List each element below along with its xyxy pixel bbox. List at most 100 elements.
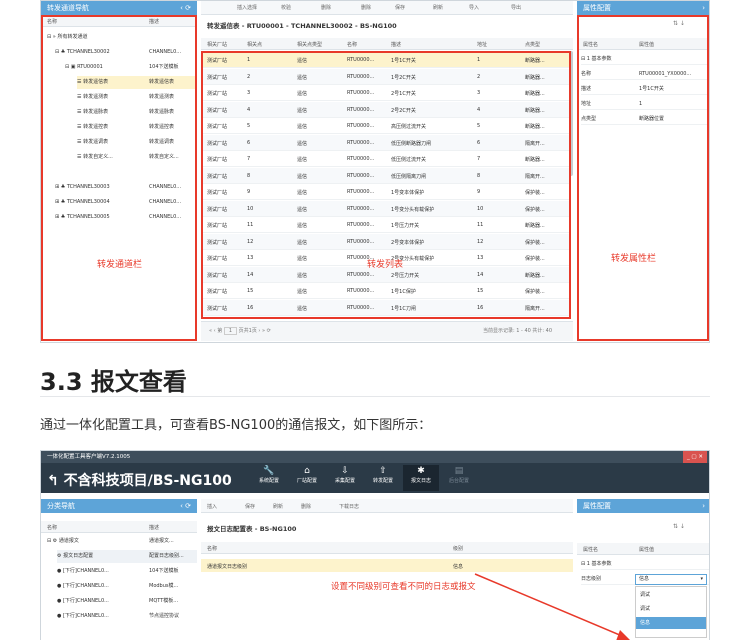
nav-tab-5[interactable]: ✱ 报文日志 — [403, 465, 439, 491]
bottom-toolbar-bg — [201, 499, 573, 513]
tree-item[interactable]: ● [下行]CHANNEL0... MQTT模板... — [57, 595, 197, 608]
nav-tab-label: 报文日志 — [410, 478, 431, 484]
table-col-header: 相关点 — [247, 42, 263, 48]
tree-item-desc: 104下送模板 — [149, 568, 179, 574]
tree-item-desc: 配置日志级别... — [149, 553, 184, 559]
tree-item-desc: MQTT模板... — [149, 598, 179, 604]
middle-panel-caption: 转发列表 — [367, 260, 404, 270]
arrow-right-icon[interactable]: › — [702, 1, 705, 15]
pager-nav[interactable]: « ‹ 第 1 页共1页 › » ⟳ — [209, 327, 271, 335]
toolbar-button[interactable]: 保存 — [245, 503, 255, 510]
nav-tab-label: 后台配置 — [448, 478, 469, 484]
tree-item[interactable]: ● [下行]CHANNEL0... 节点遥控协议 — [57, 610, 197, 623]
table-col-header: 相关厂站 — [207, 42, 228, 48]
tree-item[interactable]: ● [下行]CHANNEL0... Modbus模... — [57, 580, 197, 593]
left-panel-title: 转发通道导航 — [47, 4, 89, 12]
window-titlebar: 一体化配置工具客户端V7.2.1005 _ ▢ ✕ — [41, 451, 709, 463]
bug-icon: ✱ — [417, 466, 425, 476]
category-nav-title: 分类导航 — [47, 502, 75, 510]
toolbar-button[interactable]: 校验 — [281, 4, 291, 11]
tree-item-name: [下行]CHANNEL0... — [62, 613, 109, 619]
back-arrow-icon[interactable]: ↰ — [47, 473, 59, 489]
nav-tab-3[interactable]: ⇩ 采集配置 — [327, 465, 363, 491]
section-paragraph: 通过一体化配置工具，可查看BS-NG100的通信报文，如下图所示： — [40, 418, 432, 433]
nav-tab-2[interactable]: ⌂ 厂站配置 — [289, 465, 325, 491]
log-table-title: 报文日志配置表 - BS-NG100 — [207, 525, 297, 533]
col-level: 级别 — [453, 546, 464, 552]
row-level: 信息 — [453, 564, 464, 570]
toolbar-button[interactable]: 插入选择 — [237, 4, 257, 11]
section-heading: 3.3 报文查看 — [40, 368, 187, 396]
toolbar-button[interactable]: 插入 — [207, 503, 217, 510]
nav-tab-1[interactable]: 🔧 系统配置 — [251, 465, 287, 491]
right-panel-highlight — [577, 15, 709, 341]
toolbar-button[interactable]: 删除 — [301, 503, 311, 510]
col-name: 名称 — [207, 546, 218, 552]
tree-item-name: 报文日志配置 — [63, 553, 94, 559]
bottom-prop-group[interactable]: ⊟ 1 基本参数 — [581, 558, 709, 570]
window-controls[interactable]: _ ▢ ✕ — [682, 451, 707, 463]
table-header: 相关厂站 相关点 相关点类型 名称 描述 地址 点类型 — [201, 38, 573, 50]
toolbar-button[interactable]: 导入 — [469, 4, 479, 11]
pager-info: 当前显示记录: 1 - 40 共计: 40 — [483, 328, 553, 334]
prop-panel-header: 属性配置 › — [577, 1, 709, 15]
tree-col-desc: 描述 — [149, 525, 160, 531]
nav-tab-label: 采集配置 — [334, 478, 355, 484]
dropdown-option[interactable]: 调试 — [636, 589, 706, 601]
prop-group-label: 1 基本参数 — [586, 561, 612, 567]
prop-panel-title: 属性配置 — [583, 502, 611, 510]
prop-key: 日志级别 — [581, 576, 602, 582]
toolbar-button[interactable]: 刷新 — [433, 4, 443, 11]
chevron-down-icon: ▾ — [700, 576, 703, 582]
home-icon: ⌂ — [304, 466, 310, 476]
tree-root-desc: 通道报文... — [149, 538, 174, 544]
toolbar-button[interactable]: 删除 — [321, 4, 331, 11]
prop-col-key: 属性名 — [583, 547, 599, 553]
refresh-icon[interactable]: ‹ ⟳ — [180, 1, 191, 15]
bottom-prop-col-header: 属性名 属性值 — [577, 543, 709, 555]
dropdown-option[interactable]: 信息 — [636, 617, 706, 629]
toolbar-button[interactable]: 下载日志 — [339, 503, 359, 510]
middle-panel-highlight — [201, 51, 571, 319]
toolbar-button[interactable]: 导出 — [511, 4, 521, 11]
nav-tab-label: 转发配置 — [372, 478, 393, 484]
tree-col-name: 名称 — [47, 525, 58, 531]
toolbar-button[interactable]: 删除 — [361, 4, 371, 11]
tree-item-name: [下行]CHANNEL0... — [62, 583, 109, 589]
table-col-header: 描述 — [391, 42, 402, 48]
tree-item-name: [下行]CHANNEL0... — [62, 568, 109, 574]
tree-item[interactable]: ● [下行]CHANNEL0... 104下送模板 — [57, 565, 197, 578]
row-name: 通道报文日志级别 — [207, 564, 248, 570]
pager-page-label: 第 — [217, 328, 223, 334]
pager-total: 页共1页 — [238, 328, 257, 334]
nav-tab-6[interactable]: ▤ 后台配置 — [441, 465, 477, 491]
sort-icons[interactable]: ⇅ ↓ — [673, 523, 685, 530]
bottom-prop-header: 属性配置 › — [577, 499, 709, 513]
select-value: 信息 — [639, 576, 650, 582]
table-title: 转发遥信表 - RTU00001 - TCHANNEL30002 - BS-NG… — [207, 22, 397, 30]
refresh-icon[interactable]: ‹ ⟳ — [180, 499, 191, 513]
app-header: ↰ 不含科技项目/BS-NG100 🔧 系统配置 ⌂ 厂站配置 ⇩ 采集配置 ⇧ 转发配置 ✱ 报… — [41, 463, 709, 493]
category-nav-header: 分类导航 ‹ ⟳ — [41, 499, 197, 513]
arrow-right-icon[interactable]: › — [702, 499, 705, 513]
pager-page-input[interactable]: 1 — [223, 327, 238, 335]
table-col-header: 名称 — [347, 42, 358, 48]
toolbar-button[interactable]: 保存 — [395, 4, 405, 11]
dropdown-option[interactable]: 调试 — [636, 603, 706, 615]
project-name: 不含科技项目/BS-NG100 — [63, 473, 232, 489]
nav-tab-4[interactable]: ⇧ 转发配置 — [365, 465, 401, 491]
log-table-row[interactable]: 通道报文日志级别 信息 — [201, 559, 573, 572]
toolbar-button[interactable]: 刷新 — [273, 503, 283, 510]
table-col-header: 地址 — [477, 42, 488, 48]
table-col-header: 相关点类型 — [297, 42, 323, 48]
tree-item-desc: Modbus模... — [149, 583, 179, 589]
tree-root-messages[interactable]: ⊟ ⚙ 通道报文 通道报文... — [47, 535, 197, 548]
wrench-icon: 🔧 — [263, 466, 275, 476]
bottom-tree-header: 名称 描述 — [41, 521, 197, 533]
forwarding-config-screenshot: 转发通道导航 ‹ ⟳ 名称 描述 ⊟ » 所有转发通道 ⊟ ♣ TCHANNEL… — [40, 0, 710, 343]
tree-item[interactable]: ⚙ 报文日志配置 配置日志级别... — [57, 550, 197, 563]
tree-item-desc: 节点遥控协议 — [149, 613, 180, 619]
log-level-select[interactable]: 信息 ▾ — [635, 574, 707, 585]
left-panel-header: 转发通道导航 ‹ ⟳ — [41, 1, 197, 15]
heading-divider — [40, 396, 710, 397]
